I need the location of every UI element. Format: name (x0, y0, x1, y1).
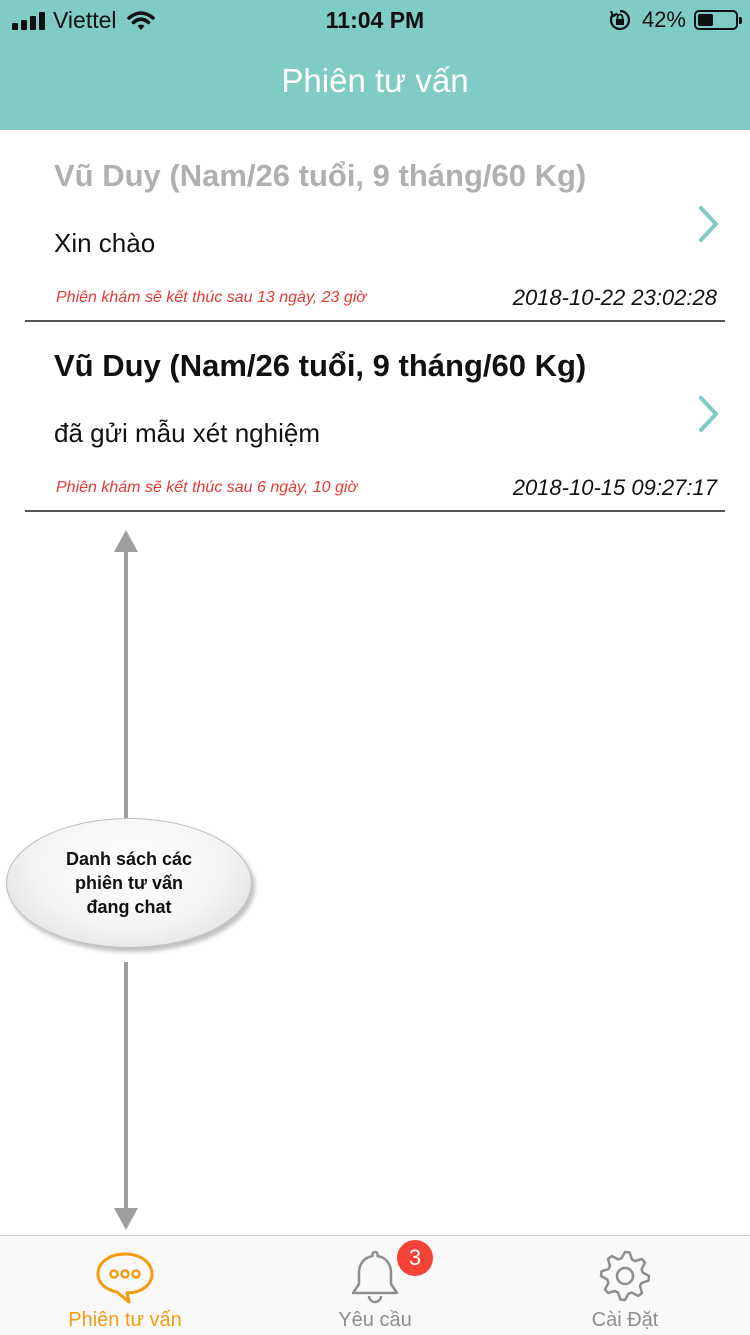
session-last-message: Xin chào (54, 228, 156, 258)
tab-label: Phiên tư vấn (68, 1309, 182, 1331)
session-last-message: đã gửi mẫu xét nghiệm (54, 418, 320, 448)
session-patient-name: Vũ Duy (Nam/26 tuổi, 9 tháng/60 Kg) (54, 158, 587, 193)
battery-percent: 42% (641, 7, 686, 32)
annotation-callout: Danh sách các phiên tư vấn đang chat (6, 818, 252, 948)
arrow-down-icon (114, 1208, 138, 1230)
session-item[interactable]: Vũ Duy (Nam/26 tuổi, 9 tháng/60 Kg) Xin … (25, 130, 725, 322)
battery-icon (694, 10, 742, 30)
tab-consult-sessions[interactable]: Phiên tư vấn (0, 1236, 250, 1335)
session-patient-name: Vũ Duy (Nam/26 tuổi, 9 tháng/60 Kg) (54, 348, 587, 383)
session-timestamp: 2018-10-15 09:27:17 (512, 475, 717, 500)
session-timestamp: 2018-10-22 23:02:28 (512, 285, 717, 310)
annotation-line-up (124, 548, 128, 818)
tab-label: Cài Đặt (591, 1309, 659, 1331)
tab-label: Yêu cầu (338, 1309, 412, 1331)
session-expiry: Phiên khám sẽ kết thúc sau 6 ngày, 10 gi… (56, 479, 358, 496)
annotation-line-down (124, 962, 128, 1212)
notification-badge: 3 (397, 1240, 433, 1276)
arrow-up-icon (114, 530, 138, 552)
annotation-text: Danh sách các phiên tư vấn đang chat (65, 849, 193, 917)
session-item[interactable]: Vũ Duy (Nam/26 tuổi, 9 tháng/60 Kg) đã g… (25, 320, 725, 512)
battery-fill (698, 14, 713, 26)
chevron-right-icon (699, 396, 718, 432)
rotation-lock-icon (609, 9, 631, 31)
session-expiry: Phiên khám sẽ kết thúc sau 13 ngày, 23 g… (56, 289, 367, 306)
tab-settings[interactable]: Cài Đặt (500, 1236, 750, 1335)
status-bar: Viettel 11:04 PM 42% (0, 0, 750, 40)
tab-requests[interactable]: 3 Yêu cầu (250, 1236, 500, 1335)
status-right: 42% (608, 7, 742, 33)
chevron-right-icon (699, 206, 718, 242)
gear-icon (599, 1250, 651, 1302)
page-title: Phiên tư vấn (281, 62, 469, 99)
chat-bubble-icon (96, 1252, 154, 1304)
bell-icon (351, 1250, 399, 1304)
app-header: Viettel 11:04 PM 42% Phiên tư vấn (0, 0, 750, 130)
tab-bar: Phiên tư vấn 3 Yêu cầu Cài Đặt (0, 1235, 750, 1335)
